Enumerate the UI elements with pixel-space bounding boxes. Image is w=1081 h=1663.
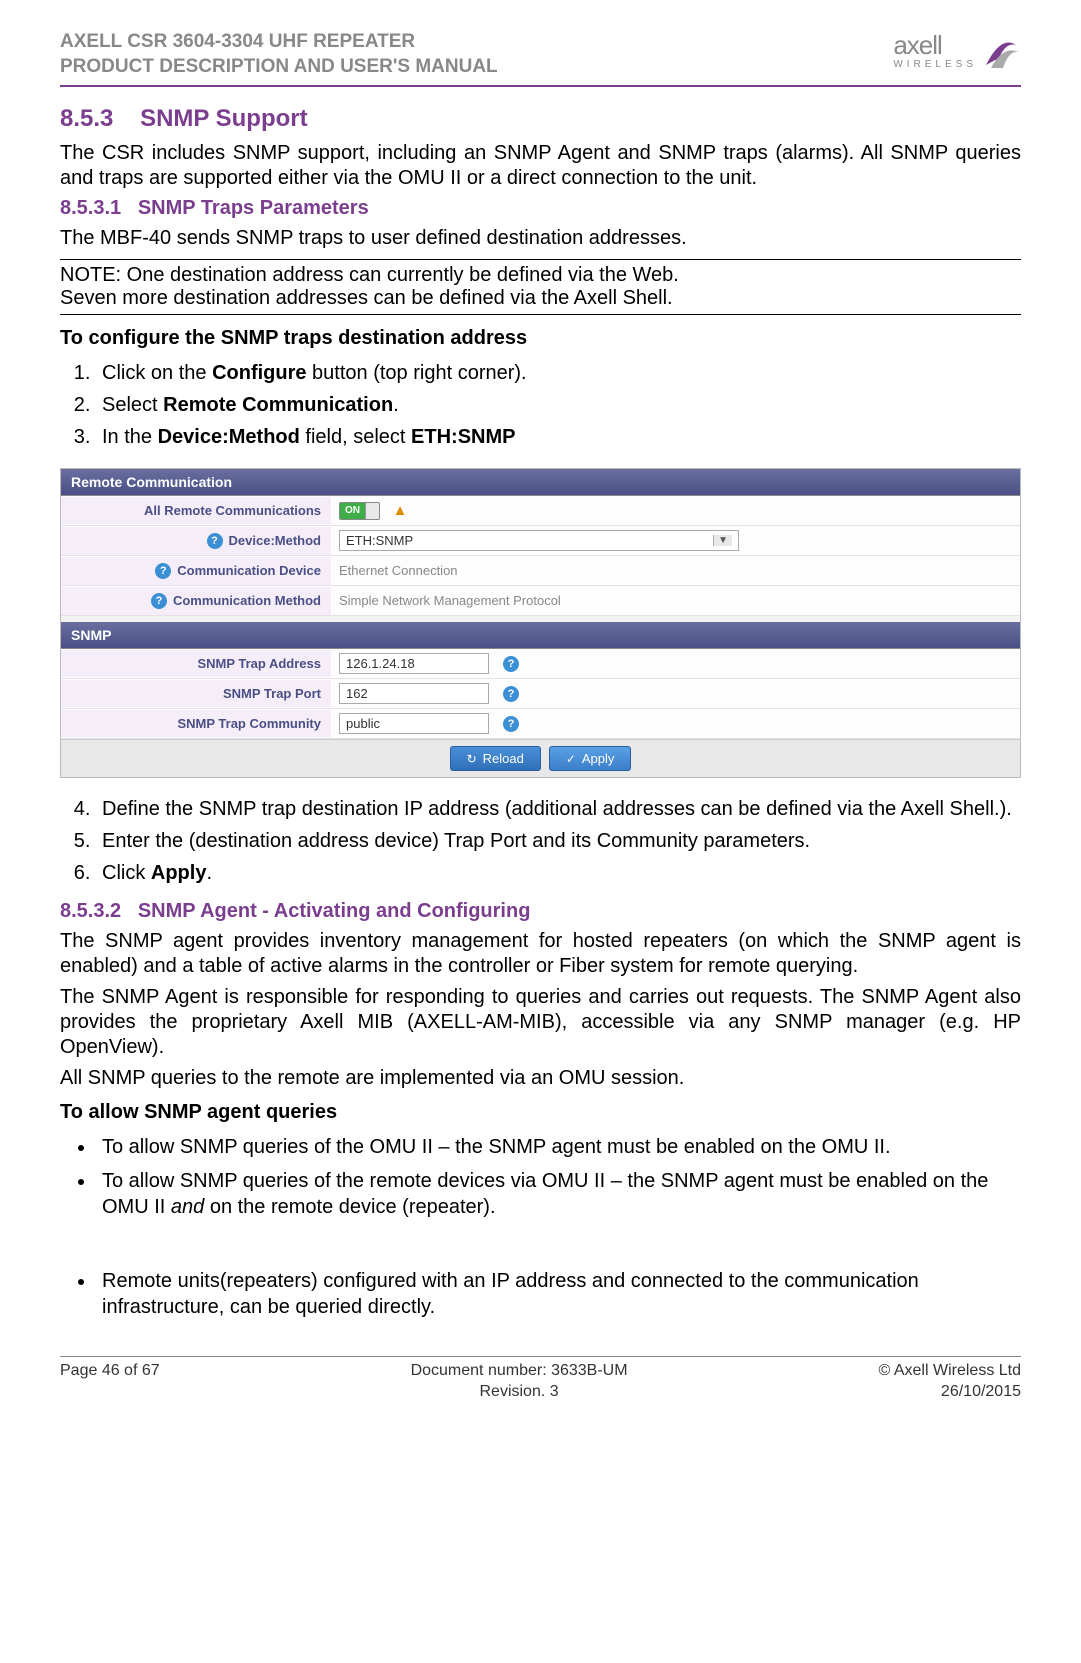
step-6: Click Apply. [96,858,1021,890]
label-all-remote: All Remote Communications [61,497,331,524]
footer-revision: Revision. 3 [411,1382,628,1403]
row-comm-method: ? Communication Method Simple Network Ma… [61,586,1020,616]
subsection-1-number: 8.5.3.1 [60,197,121,219]
logo-subword: WIRELESS [893,59,977,70]
steps-list-post: Define the SNMP trap destination IP addr… [60,794,1021,890]
note-line-1: NOTE: One destination address can curren… [60,264,1021,287]
footer-copyright: © Axell Wireless Ltd [879,1361,1022,1382]
page-footer: Page 46 of 67 Document number: 3633B-UM … [60,1356,1021,1403]
note-box: NOTE: One destination address can curren… [60,259,1021,315]
logo-mark-icon [981,30,1021,70]
section-heading: 8.5.3 SNMP Support [60,105,1021,133]
chevron-down-icon: ▼ [713,535,732,546]
bullet-b1: Remote units(repeaters) configured with … [96,1266,1021,1326]
logo: axell WIRELESS [893,30,1021,70]
toggle-all-remote[interactable]: ON [339,502,380,520]
label-trap-address: SNMP Trap Address [61,650,331,677]
steps-list-pre: Click on the Configure button (top right… [60,358,1021,454]
subsection-2-heading: 8.5.3.2 SNMP Agent - Activating and Conf… [60,900,1021,923]
note-line-2: Seven more destination addresses can be … [60,287,1021,310]
footer-page: Page 46 of 67 [60,1361,160,1403]
row-trap-address: SNMP Trap Address ? [61,649,1020,679]
sub2-subhead: To allow SNMP agent queries [60,1101,1021,1124]
section-title: SNMP Support [140,105,308,132]
bullet-a1: To allow SNMP queries of the OMU II – th… [96,1132,1021,1166]
toggle-label: ON [340,505,365,516]
footer-date: 26/10/2015 [879,1382,1022,1403]
sub2-para2: The SNMP Agent is responsible for respon… [60,985,1021,1060]
logo-word: axell [893,30,941,60]
value-comm-device: Ethernet Connection [331,559,1020,582]
step-4: Define the SNMP trap destination IP addr… [96,794,1021,826]
warning-icon: ▲ [392,503,408,519]
step-3: In the Device:Method field, select ETH:S… [96,422,1021,454]
label-comm-method: Communication Method [173,593,321,608]
reload-icon: ↻ [467,752,477,766]
dropdown-device-method[interactable]: ETH:SNMP ▼ [339,530,739,551]
reload-button-label: Reload [483,751,524,766]
step-5: Enter the (destination address device) T… [96,826,1021,858]
help-icon[interactable]: ? [503,656,519,672]
row-device-method: ? Device:Method ETH:SNMP ▼ [61,526,1020,556]
label-device-method: Device:Method [229,533,321,548]
help-icon[interactable]: ? [503,716,519,732]
value-comm-method: Simple Network Management Protocol [331,589,1020,612]
header-line-1: AXELL CSR 3604-3304 UHF REPEATER [60,30,498,55]
sub1-subhead: To configure the SNMP traps destination … [60,327,1021,350]
reload-button[interactable]: ↻ Reload [450,746,541,771]
button-bar: ↻ Reload ✓ Apply [61,739,1020,777]
section-intro: The CSR includes SNMP support, including… [60,141,1021,191]
label-trap-port: SNMP Trap Port [61,680,331,707]
footer-docnum: Document number: 3633B-UM [411,1361,628,1382]
sub2-para1: The SNMP agent provides inventory manage… [60,929,1021,979]
apply-button[interactable]: ✓ Apply [549,746,632,771]
help-icon[interactable]: ? [207,533,223,549]
sub2-para3: All SNMP queries to the remote are imple… [60,1066,1021,1091]
check-icon: ✓ [566,752,576,766]
subsection-1-title: SNMP Traps Parameters [138,197,369,219]
input-trap-address[interactable] [339,653,489,674]
sub1-intro: The MBF-40 sends SNMP traps to user defi… [60,226,1021,251]
row-trap-port: SNMP Trap Port ? [61,679,1020,709]
section-number: 8.5.3 [60,105,113,132]
label-comm-device: Communication Device [177,563,321,578]
bullets-group-b: Remote units(repeaters) configured with … [60,1266,1021,1326]
header-title-block: AXELL CSR 3604-3304 UHF REPEATER PRODUCT… [60,30,498,79]
subsection-2-number: 8.5.3.2 [60,900,121,922]
panel-header-remote-comm: Remote Communication [61,469,1020,496]
input-trap-community[interactable] [339,713,489,734]
dropdown-device-method-value: ETH:SNMP [346,533,413,548]
bullet-a2: To allow SNMP queries of the remote devi… [96,1166,1021,1226]
bullets-group-a: To allow SNMP queries of the OMU II – th… [60,1132,1021,1226]
subsection-1-heading: 8.5.3.1 SNMP Traps Parameters [60,197,1021,220]
step-1: Click on the Configure button (top right… [96,358,1021,390]
help-icon[interactable]: ? [155,563,171,579]
footer-right: © Axell Wireless Ltd 26/10/2015 [879,1361,1022,1403]
row-comm-device: ? Communication Device Ethernet Connecti… [61,556,1020,586]
apply-button-label: Apply [582,751,615,766]
footer-center: Document number: 3633B-UM Revision. 3 [411,1361,628,1403]
label-trap-community: SNMP Trap Community [61,710,331,737]
config-screenshot: Remote Communication All Remote Communic… [60,468,1021,778]
input-trap-port[interactable] [339,683,489,704]
row-all-remote: All Remote Communications ON ▲ [61,496,1020,526]
logo-text-block: axell WIRELESS [893,30,977,70]
row-trap-community: SNMP Trap Community ? [61,709,1020,739]
help-icon[interactable]: ? [151,593,167,609]
page-header: AXELL CSR 3604-3304 UHF REPEATER PRODUCT… [60,30,1021,87]
subsection-2-title: SNMP Agent - Activating and Configuring [138,900,531,922]
step-2: Select Remote Communication. [96,390,1021,422]
header-line-2: PRODUCT DESCRIPTION AND USER'S MANUAL [60,55,498,80]
help-icon[interactable]: ? [503,686,519,702]
panel-header-snmp: SNMP [61,622,1020,649]
